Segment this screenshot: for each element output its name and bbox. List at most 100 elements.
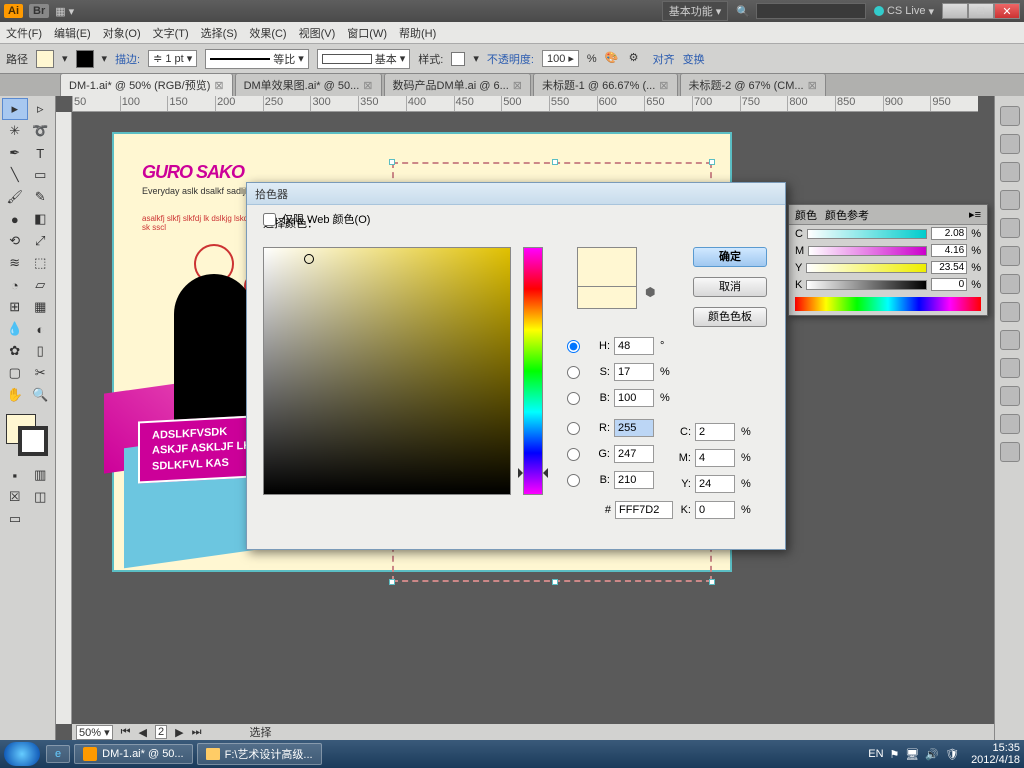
cyan-input[interactable] bbox=[695, 423, 735, 441]
ime-indicator[interactable]: EN bbox=[868, 748, 883, 760]
stroke-swatch[interactable] bbox=[76, 50, 94, 68]
rectangle-tool[interactable]: ▭ bbox=[28, 164, 54, 186]
dialog-title[interactable]: 拾色器 bbox=[247, 183, 785, 205]
color-mode-icon[interactable]: ▪ bbox=[2, 464, 28, 486]
scale-tool[interactable]: ⤢ bbox=[28, 230, 54, 252]
black-input[interactable] bbox=[695, 501, 735, 519]
artboard-nav-first-icon[interactable]: ⏮ bbox=[121, 726, 131, 739]
tray-icon[interactable]: 🖥 bbox=[905, 748, 919, 761]
fill-dropdown-icon[interactable]: ▾ bbox=[62, 52, 68, 65]
menu-select[interactable]: 选择(S) bbox=[201, 25, 238, 41]
none-mode-icon[interactable]: ☒ bbox=[2, 486, 28, 508]
brightness-radio[interactable] bbox=[567, 392, 580, 405]
black-slider[interactable] bbox=[806, 280, 927, 290]
saturation-value-field[interactable] bbox=[263, 247, 511, 495]
menu-view[interactable]: 视图(V) bbox=[299, 25, 336, 41]
bridge-icon[interactable]: Br bbox=[29, 4, 49, 18]
panel-icon[interactable] bbox=[1000, 414, 1020, 434]
menu-help[interactable]: 帮助(H) bbox=[399, 25, 436, 41]
gradient-mode-icon[interactable]: ▥ bbox=[28, 464, 54, 486]
current-color-swatch[interactable] bbox=[577, 287, 637, 309]
symbol-sprayer-tool[interactable]: ✿ bbox=[2, 340, 28, 362]
menu-type[interactable]: 文字(T) bbox=[153, 25, 189, 41]
stroke-profile-combo[interactable]: 等比▾ bbox=[205, 49, 309, 69]
magenta-value[interactable]: 4.16 bbox=[931, 244, 967, 257]
align-link[interactable]: 对齐 bbox=[653, 51, 675, 67]
line-tool[interactable]: ╲ bbox=[2, 164, 28, 186]
width-tool[interactable]: ≋ bbox=[2, 252, 28, 274]
style-dropdown-icon[interactable]: ▾ bbox=[473, 52, 479, 65]
yellow-input[interactable] bbox=[695, 475, 735, 493]
menu-edit[interactable]: 编辑(E) bbox=[54, 25, 91, 41]
paintbrush-tool[interactable]: 🖌 bbox=[2, 186, 28, 208]
cyan-value[interactable]: 2.08 bbox=[931, 227, 967, 240]
fill-swatch[interactable] bbox=[36, 50, 54, 68]
system-tray[interactable]: EN ⚑ 🖥 🔊 🛡 15:35 2012/4/18 bbox=[868, 742, 1020, 766]
web-only-checkbox[interactable] bbox=[263, 213, 276, 226]
taskbar-item-explorer[interactable]: F:\艺术设计高级... bbox=[197, 743, 322, 765]
blend-tool[interactable]: ◐ bbox=[28, 318, 54, 340]
tray-icon[interactable]: 🛡 bbox=[945, 748, 959, 761]
document-tab[interactable]: DM单效果图.ai* @ 50...⊠ bbox=[235, 73, 382, 96]
magenta-slider[interactable] bbox=[808, 246, 927, 256]
shape-builder-tool[interactable]: ◔ bbox=[2, 274, 28, 296]
direct-selection-tool[interactable]: ▹ bbox=[28, 98, 54, 120]
document-tab[interactable]: DM-1.ai* @ 50% (RGB/预览)⊠ bbox=[60, 73, 233, 96]
menu-window[interactable]: 窗口(W) bbox=[347, 25, 387, 41]
panel-icon[interactable] bbox=[1000, 386, 1020, 406]
hue-input[interactable] bbox=[614, 337, 654, 355]
magic-wand-tool[interactable]: ✳ bbox=[2, 120, 28, 142]
tab-close-icon[interactable]: ⊠ bbox=[808, 79, 817, 92]
hue-slider[interactable] bbox=[523, 247, 543, 495]
panel-icon[interactable] bbox=[1000, 106, 1020, 126]
color-panel-tab[interactable]: 颜色 bbox=[795, 207, 817, 223]
green-radio[interactable] bbox=[567, 448, 580, 461]
tray-icon[interactable]: 🔊 bbox=[925, 748, 939, 761]
mesh-tool[interactable]: ⊞ bbox=[2, 296, 28, 318]
stroke-dropdown-icon[interactable]: ▾ bbox=[102, 52, 108, 65]
tab-close-icon[interactable]: ⊠ bbox=[363, 79, 372, 92]
hex-input[interactable] bbox=[615, 501, 673, 519]
graph-tool[interactable]: ▯ bbox=[28, 340, 54, 362]
perspective-tool[interactable]: ▱ bbox=[28, 274, 54, 296]
selection-tool[interactable]: ▸ bbox=[2, 98, 28, 120]
blue-input[interactable] bbox=[614, 471, 654, 489]
artboard-nav-next-icon[interactable]: ▶ bbox=[175, 726, 183, 739]
black-value[interactable]: 0 bbox=[931, 278, 967, 291]
lasso-tool[interactable]: ➰ bbox=[28, 120, 54, 142]
yellow-value[interactable]: 23.54 bbox=[931, 261, 967, 274]
tab-close-icon[interactable]: ⊠ bbox=[214, 79, 223, 92]
slice-tool[interactable]: ✂ bbox=[28, 362, 54, 384]
stroke-weight-combo[interactable]: ≑1 pt▾ bbox=[148, 50, 197, 67]
artboard-nav-prev-icon[interactable]: ◀ bbox=[139, 726, 147, 739]
layout-icon[interactable]: ▦ ▾ bbox=[55, 5, 74, 18]
panel-icon[interactable] bbox=[1000, 162, 1020, 182]
pen-tool[interactable]: ✒ bbox=[2, 142, 28, 164]
cslive-button[interactable]: CS Live ▾ bbox=[874, 5, 934, 18]
color-guide-tab[interactable]: 颜色参考 bbox=[825, 207, 869, 223]
yellow-slider[interactable] bbox=[806, 263, 927, 273]
panel-icon[interactable] bbox=[1000, 218, 1020, 238]
taskbar-item-ie[interactable]: e bbox=[46, 745, 70, 763]
spectrum-bar[interactable] bbox=[795, 297, 981, 311]
green-input[interactable] bbox=[614, 445, 654, 463]
blue-radio[interactable] bbox=[567, 474, 580, 487]
panel-icon[interactable] bbox=[1000, 274, 1020, 294]
pencil-tool[interactable]: ✎ bbox=[28, 186, 54, 208]
panel-icon[interactable] bbox=[1000, 442, 1020, 462]
cyan-slider[interactable] bbox=[807, 229, 927, 239]
document-tab[interactable]: 未标题-2 @ 67% (CM...⊠ bbox=[680, 73, 826, 96]
type-tool[interactable]: T bbox=[28, 142, 54, 164]
cancel-button[interactable]: 取消 bbox=[693, 277, 767, 297]
search-input[interactable] bbox=[756, 3, 866, 19]
brush-combo[interactable]: 基本▾ bbox=[317, 49, 411, 69]
menu-effect[interactable]: 效果(C) bbox=[249, 25, 286, 41]
panel-menu-icon[interactable]: ▸≡ bbox=[969, 208, 981, 221]
out-of-gamut-icon[interactable]: ⬢ bbox=[645, 285, 655, 299]
prefs-icon[interactable]: ⚙ bbox=[629, 51, 645, 67]
gradient-tool[interactable]: ▦ bbox=[28, 296, 54, 318]
panel-icon[interactable] bbox=[1000, 246, 1020, 266]
ok-button[interactable]: 确定 bbox=[693, 247, 767, 267]
transform-link[interactable]: 变换 bbox=[683, 51, 705, 67]
workspace-switcher[interactable]: 基本功能 ▾ bbox=[662, 1, 729, 21]
